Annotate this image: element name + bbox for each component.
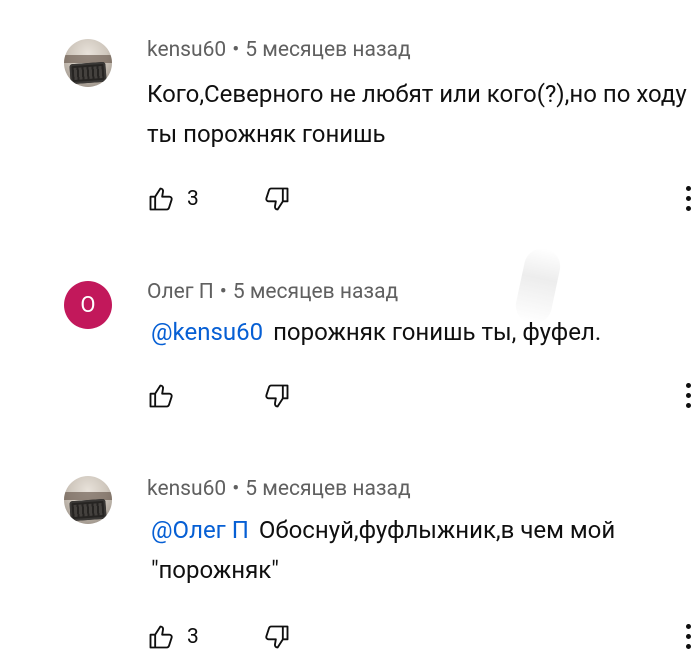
comment-time: 5 месяцев назад [232, 280, 399, 304]
comment-time: 5 месяцев назад [245, 38, 411, 62]
comment-time: 5 месяцев назад [245, 477, 411, 501]
more-options-icon[interactable] [682, 381, 696, 411]
comment-actions [147, 381, 289, 411]
comment-meta: kensu60 • 5 месяцев назад [147, 38, 411, 62]
author-name[interactable]: Олег П [147, 280, 214, 304]
avatar-desk [64, 492, 112, 500]
dislike-icon[interactable] [263, 185, 291, 213]
comment-text: @kensu60 порожняк гонишь ты, фуфел. [151, 312, 691, 352]
avatar[interactable] [64, 476, 112, 524]
mention-link[interactable]: @kensu60 [151, 318, 263, 346]
like-icon[interactable] [147, 623, 175, 651]
more-options-icon[interactable] [682, 184, 696, 214]
meta-separator: • [232, 477, 240, 501]
comment-body: порожняк гонишь ты, фуфел. [273, 318, 602, 346]
like-count: 3 [187, 187, 199, 211]
comment-text: @Олег П Обоснуй,фуфлыжник,в чем мой "поро… [151, 510, 651, 590]
comment-text: Кого,Северного не любят или кого(?),но п… [147, 74, 687, 154]
avatar-desk [64, 55, 112, 63]
like-icon[interactable] [147, 185, 175, 213]
avatar[interactable]: О [64, 281, 112, 329]
author-name[interactable]: kensu60 [147, 477, 226, 501]
author-name[interactable]: kensu60 [147, 38, 226, 62]
avatar[interactable] [64, 39, 112, 87]
mention-link[interactable]: @Олег П [151, 516, 249, 544]
keyboard-image [69, 61, 107, 85]
more-options-icon[interactable] [682, 622, 696, 652]
dislike-icon[interactable] [263, 623, 291, 651]
keyboard-image [69, 498, 107, 522]
dislike-icon[interactable] [263, 382, 291, 410]
comment-meta: Олег П • 5 месяцев назад [147, 280, 398, 304]
meta-separator: • [219, 280, 227, 304]
comment-body: Кого,Северного не любят или кого(?),но п… [147, 80, 687, 148]
comment-actions: 3 [147, 622, 289, 652]
comment-actions: 3 [147, 184, 289, 214]
meta-separator: • [232, 38, 240, 62]
avatar-letter: О [80, 292, 96, 318]
like-icon[interactable] [147, 382, 175, 410]
like-count: 3 [187, 625, 199, 649]
comment-meta: kensu60 • 5 месяцев назад [147, 477, 411, 501]
